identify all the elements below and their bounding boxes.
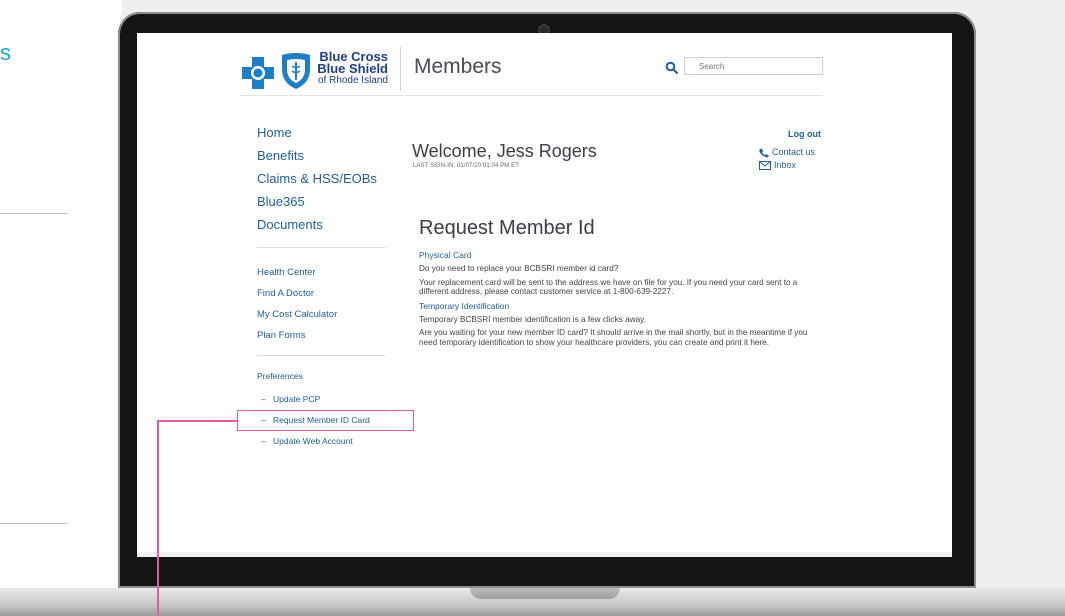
callout-line-vertical xyxy=(157,420,159,616)
nav-item-documents[interactable]: Documents xyxy=(257,213,377,236)
inbox-label: Inbox xyxy=(774,160,797,170)
left-heading-fragment: s xyxy=(0,40,11,65)
primary-nav: Home Benefits Claims & HSS/EOBs Blue365 … xyxy=(257,121,377,236)
secondary-nav: Health Center Find A Doctor My Cost Calc… xyxy=(257,262,337,346)
logo-line-3: of Rhode Island xyxy=(317,75,388,86)
nav-item-benefits[interactable]: Benefits xyxy=(257,144,377,167)
nav-item-health-center[interactable]: Health Center xyxy=(257,262,337,283)
callout-line-horizontal xyxy=(157,420,238,422)
blue-cross-icon xyxy=(242,57,274,89)
contact-us-link[interactable]: Contact us xyxy=(759,147,815,158)
laptop-screen: Blue Cross Blue Shield of Rhode Island M… xyxy=(137,33,952,557)
inbox-link[interactable]: Inbox xyxy=(759,160,797,171)
nav-item-find-doctor[interactable]: Find A Doctor xyxy=(257,283,337,304)
temporary-id-question: Temporary BCBSRI member identification i… xyxy=(419,314,646,324)
blue-shield-icon xyxy=(282,53,310,89)
pref-item-label: Update PCP xyxy=(273,394,321,404)
physical-card-body: Your replacement card will be sent to th… xyxy=(419,277,798,297)
phone-icon xyxy=(759,148,769,157)
logo-wordmark: Blue Cross Blue Shield of Rhode Island xyxy=(316,50,388,87)
sidebar-divider-1 xyxy=(257,247,385,248)
nav-item-claims[interactable]: Claims & HSS/EOBs xyxy=(257,167,377,190)
physical-card-question: Do you need to replace your BCBSRI membe… xyxy=(419,264,619,273)
header-rule xyxy=(240,95,822,96)
left-divider-bottom xyxy=(0,523,68,524)
callout-highlight-box xyxy=(237,410,414,431)
nav-item-blue365[interactable]: Blue365 xyxy=(257,190,377,213)
pref-item-label: Update Web Account xyxy=(273,436,353,446)
pref-item-update-web-account[interactable]: – Update Web Account xyxy=(257,431,370,452)
page-title: Request Member Id xyxy=(419,217,595,239)
nav-item-plan-forms[interactable]: Plan Forms xyxy=(257,325,337,346)
request-member-id-panel: Request Member Id Physical Card Do you n… xyxy=(419,217,819,347)
laptop-base-notch xyxy=(470,588,620,599)
temporary-id-body: Are you waiting for your new member ID c… xyxy=(419,328,808,347)
nav-item-home[interactable]: Home xyxy=(257,121,377,144)
presentation-left-panel: s xyxy=(0,0,122,616)
bcbsri-logo[interactable]: Blue Cross Blue Shield of Rhode Island xyxy=(240,47,390,95)
logout-link[interactable]: Log out xyxy=(757,129,821,139)
search-icon[interactable] xyxy=(665,61,679,75)
sidebar-divider-2 xyxy=(257,355,385,356)
welcome-greeting: Welcome, Jess Rogers xyxy=(412,141,597,161)
section-title: Members xyxy=(414,55,502,78)
pref-item-update-pcp[interactable]: – Update PCP xyxy=(257,389,370,410)
temporary-id-heading: Temporary Identification xyxy=(419,300,510,311)
last-signin-text: LAST SIGN-IN: 01/07/20 01:04 PM ET xyxy=(413,163,520,169)
contact-us-label: Contact us xyxy=(772,147,816,157)
search-input[interactable] xyxy=(684,57,823,75)
header-divider xyxy=(400,47,401,91)
screen-footer-strip xyxy=(137,552,952,557)
dash-bullet: – xyxy=(261,436,266,446)
preferences-heading: Preferences xyxy=(257,371,303,381)
physical-card-heading: Physical Card xyxy=(419,250,472,260)
dash-bullet: – xyxy=(261,394,266,404)
logo-line-2: Blue Shield xyxy=(317,61,388,76)
mail-icon xyxy=(759,161,771,171)
left-divider-top xyxy=(0,213,68,214)
nav-item-cost-calculator[interactable]: My Cost Calculator xyxy=(257,304,337,325)
